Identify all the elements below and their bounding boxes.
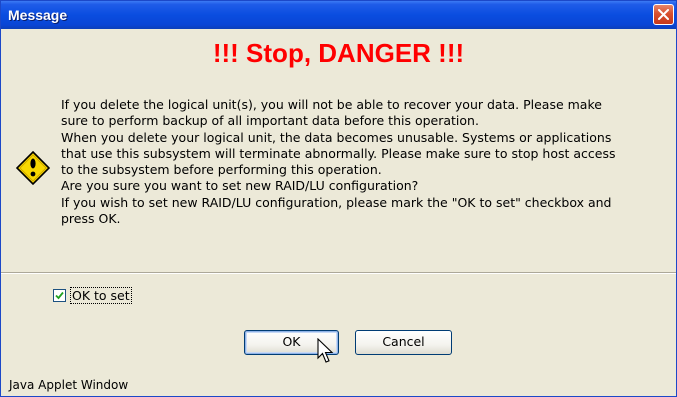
mouse-cursor-icon (317, 338, 334, 363)
message-line: When you delete your logical unit, the d… (61, 129, 612, 145)
message-line: Are you sure you want to set new RAID/LU… (61, 178, 419, 194)
message-line: sure to perform backup of all important … (61, 113, 479, 129)
message-line: that use this subsystem will terminate a… (61, 145, 616, 161)
separator (1, 272, 676, 274)
warning-icon (16, 151, 50, 185)
message-line: If you delete the logical unit(s), you w… (61, 97, 602, 112)
ok-to-set-label[interactable]: OK to set (70, 286, 132, 304)
message-dialog: Message !!! Stop, DANGER !!! If you dele… (0, 0, 677, 397)
cancel-button[interactable]: Cancel (355, 330, 452, 355)
message-line: press OK. (61, 211, 121, 227)
danger-heading: !!! Stop, DANGER !!! (212, 38, 465, 68)
close-icon (658, 9, 669, 20)
close-button[interactable] (653, 4, 674, 25)
message-line: If you wish to set new RAID/LU configura… (61, 194, 612, 210)
checkmark-icon (55, 291, 64, 299)
window-title: Message (8, 7, 68, 23)
applet-status-text: Java Applet Window (9, 378, 129, 392)
warning-message: If you delete the logical unit(s), you w… (61, 97, 661, 227)
ok-to-set-checkbox[interactable] (53, 288, 66, 302)
message-line: to the subsystem before performing this … (61, 162, 382, 178)
title-bar[interactable]: Message (1, 1, 676, 29)
ok-to-set-checkbox-row[interactable]: OK to set (53, 286, 132, 304)
